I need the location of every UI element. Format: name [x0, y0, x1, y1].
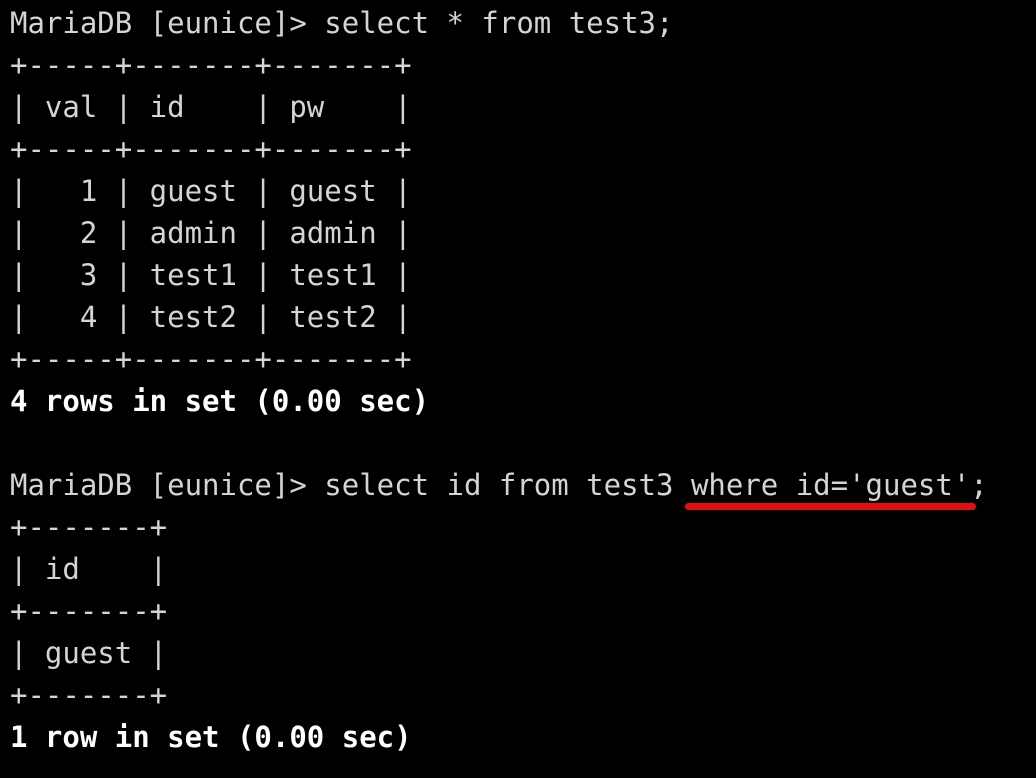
prompt: MariaDB [eunice]>	[10, 6, 325, 40]
command-line-1: MariaDB [eunice]> select * from test3;	[10, 2, 1030, 44]
table-row: | 1 | guest | guest |	[10, 174, 412, 208]
terminal-window: MariaDB [eunice]> select * from test3; +…	[10, 0, 1030, 778]
table-header-separator: +-------+	[10, 594, 168, 628]
table-header-row: | val | id | pw |	[10, 90, 412, 124]
command-text: select * from test3;	[324, 6, 674, 40]
table-border-top: +-------+	[10, 510, 168, 544]
table-header-row: | id |	[10, 552, 168, 586]
table-row: | guest |	[10, 636, 168, 670]
table-border-bottom: +-----+-------+-------+	[10, 342, 412, 376]
command-terminator: ;	[970, 468, 988, 502]
table-header-separator: +-----+-------+-------+	[10, 132, 412, 166]
highlighted-where-clause: where id='guest'	[684, 464, 977, 510]
command-text: select id from test3	[324, 468, 691, 502]
table-border-top: +-----+-------+-------+	[10, 48, 412, 82]
table-row: | 3 | test1 | test1 |	[10, 258, 412, 292]
table-border-bottom: +-------+	[10, 678, 168, 712]
where-clause-text: where id='guest'	[690, 468, 971, 502]
result-summary: 4 rows in set (0.00 sec)	[10, 384, 430, 418]
red-underline-annotation	[684, 503, 977, 510]
result-summary: 1 row in set (0.00 sec)	[10, 720, 412, 754]
table-row: | 4 | test2 | test2 |	[10, 300, 412, 334]
command-line-2: MariaDB [eunice]> select id from test3 w…	[10, 464, 1030, 510]
table-row: | 2 | admin | admin |	[10, 216, 412, 250]
prompt: MariaDB [eunice]>	[10, 468, 325, 502]
